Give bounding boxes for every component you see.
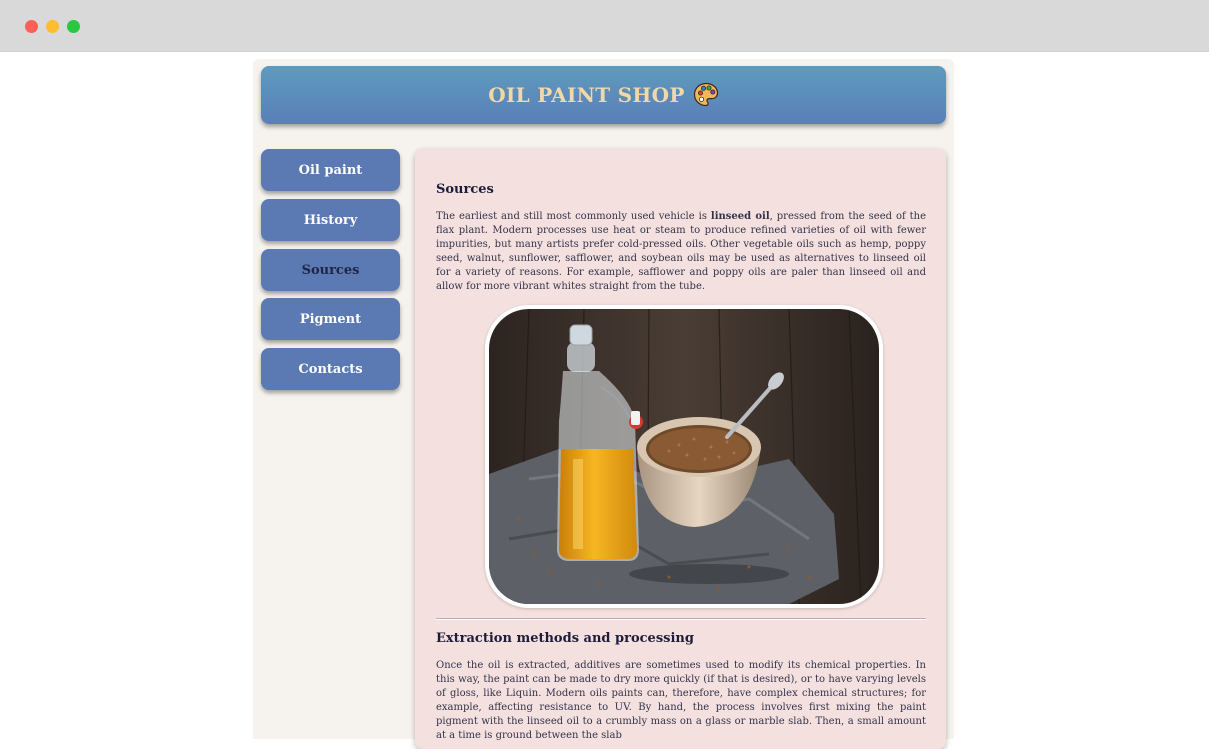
section-divider: [436, 618, 926, 620]
browser-titlebar: [0, 0, 1209, 52]
palette-icon: [693, 82, 719, 108]
sources-paragraph: The earliest and still most commonly use…: [436, 210, 926, 294]
nav-oil-paint-button[interactable]: Oil paint: [261, 149, 400, 191]
maximize-window-button[interactable]: [67, 20, 80, 33]
linseed-oil-photo: [485, 305, 883, 608]
site-header: OIL PAINT SHOP: [261, 66, 946, 124]
extraction-paragraph: Once the oil is extracted, additives are…: [436, 660, 926, 741]
section-heading-extraction: Extraction methods and processing: [436, 631, 694, 646]
page-container: OIL PAINT SHOP Oil paint History Sources…: [253, 59, 954, 749]
sources-text-rest: , pressed from the seed of the flax plan…: [436, 211, 926, 292]
site-title: OIL PAINT SHOP: [488, 83, 685, 107]
close-window-button[interactable]: [25, 20, 38, 33]
sources-text-intro: The earliest and still most commonly use…: [436, 211, 711, 222]
nav-history-button[interactable]: History: [261, 199, 400, 241]
linseed-oil-term: linseed oil: [710, 211, 770, 222]
linseed-oil-illustration: [489, 309, 879, 604]
nav-sources-button[interactable]: Sources: [261, 249, 400, 291]
section-heading-sources: Sources: [436, 182, 494, 197]
nav-pigment-button[interactable]: Pigment: [261, 298, 400, 340]
main-content: Sources The earliest and still most comm…: [415, 149, 946, 749]
minimize-window-button[interactable]: [46, 20, 59, 33]
nav-contacts-button[interactable]: Contacts: [261, 348, 400, 390]
